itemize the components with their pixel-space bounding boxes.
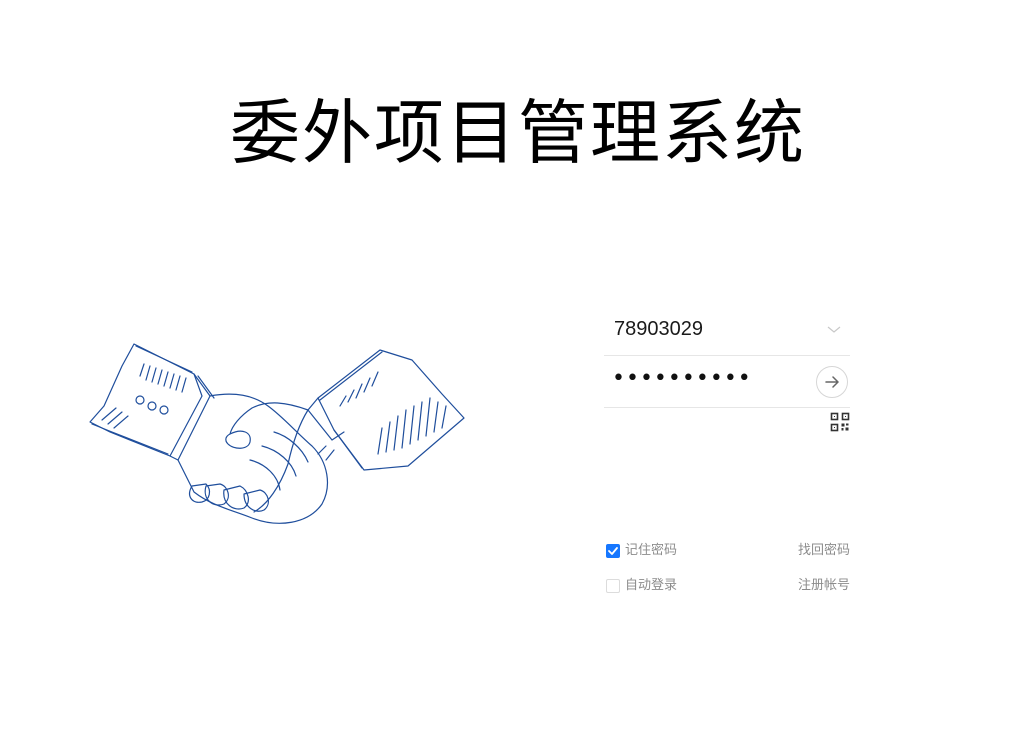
account-input[interactable]: 78903029 xyxy=(614,318,703,341)
arrow-right-icon xyxy=(825,376,839,388)
qr-code-icon[interactable] xyxy=(830,412,850,432)
password-field[interactable]: •••••••••• xyxy=(604,358,850,408)
checkmark-icon xyxy=(608,547,618,555)
remember-password-row: 记住密码 找回密码 xyxy=(604,542,850,560)
auto-login-row: 自动登录 注册帐号 xyxy=(604,577,850,595)
remember-password-checkbox[interactable] xyxy=(606,544,620,558)
password-input[interactable]: •••••••••• xyxy=(612,366,752,391)
chevron-down-icon[interactable] xyxy=(826,322,842,338)
login-form: 78903029 •••••••••• 记住密码 找回密码 自动登录 注册帐号 xyxy=(604,306,850,606)
login-submit-button[interactable] xyxy=(816,366,848,398)
auto-login-label[interactable]: 自动登录 xyxy=(625,577,677,595)
register-account-link[interactable]: 注册帐号 xyxy=(798,577,850,595)
account-field[interactable]: 78903029 xyxy=(604,306,850,356)
auto-login-checkbox[interactable] xyxy=(606,579,620,593)
remember-password-label[interactable]: 记住密码 xyxy=(625,542,677,560)
forgot-password-link[interactable]: 找回密码 xyxy=(798,542,850,560)
handshake-illustration xyxy=(89,343,465,524)
page-title: 委外项目管理系统 xyxy=(230,92,806,174)
login-page: 委外项目管理系统 78903029 •••••••••• 记住密码 找回密码 自… xyxy=(0,0,1036,742)
